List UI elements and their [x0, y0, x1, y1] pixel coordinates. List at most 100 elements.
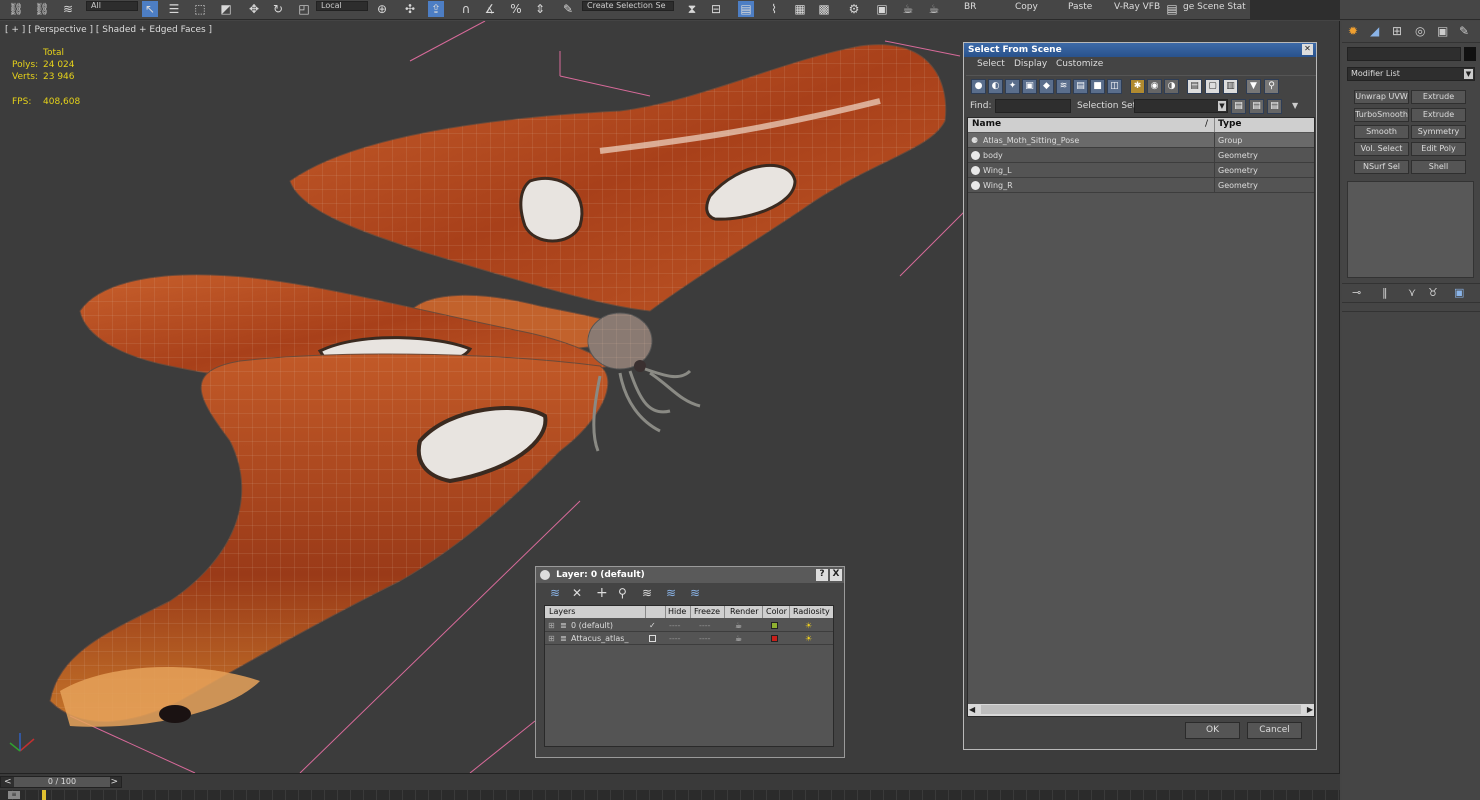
select-object-icon[interactable]: ↖	[142, 1, 158, 17]
column-name-header[interactable]: Name	[972, 119, 1001, 129]
selection-filter-dropdown[interactable]: All	[86, 1, 138, 11]
expand-icon[interactable]: ⊞	[548, 632, 555, 645]
close-icon[interactable]: ✕	[1302, 44, 1313, 55]
layer-dialog-title-bar[interactable]: Layer: 0 (default) ? X	[536, 567, 844, 583]
modifier-smooth-button[interactable]: Smooth	[1354, 125, 1409, 139]
layer-row[interactable]: ⊞ ≣ 0 (default) ✓ ---- ---- ☕ ☀	[545, 619, 833, 632]
display-all-icon[interactable]: ✱	[1130, 79, 1145, 94]
rendered-frame-icon[interactable]: ▣	[874, 1, 890, 17]
select-all-icon[interactable]: ▤	[1187, 79, 1202, 94]
col-hide[interactable]: Hide	[668, 607, 686, 616]
cancel-button[interactable]: Cancel	[1247, 722, 1302, 739]
select-by-name-icon[interactable]: ☰	[166, 1, 182, 17]
pivot-center-icon[interactable]: ⊕	[374, 1, 390, 17]
hide-all-layers-icon[interactable]: ≋	[666, 586, 676, 600]
col-render[interactable]: Render	[730, 607, 758, 616]
modifier-stack[interactable]	[1347, 181, 1474, 278]
render-production-icon[interactable]: ☕	[900, 1, 916, 17]
list-row[interactable]: ⚈ Atlas_Moth_Sitting_Pose Group	[968, 133, 1314, 148]
modifier-turbosmooth-button[interactable]: TurboSmooth	[1354, 108, 1409, 122]
filter-icon[interactable]: ▼	[1246, 79, 1261, 94]
pin-stack-icon[interactable]: ⊸	[1352, 286, 1361, 299]
schematic-view-icon[interactable]: ▦	[792, 1, 808, 17]
render-teapot-icon[interactable]: ☕	[735, 619, 742, 632]
expand-icon[interactable]: ⊞	[548, 619, 555, 632]
utilities-tab-icon[interactable]: ✎	[1459, 24, 1469, 38]
layer-color-swatch[interactable]	[771, 622, 778, 629]
col-radiosity[interactable]: Radiosity	[793, 607, 830, 616]
display-none-icon[interactable]: ◉	[1147, 79, 1162, 94]
bind-space-warp-icon[interactable]: ≋	[60, 1, 76, 17]
render-iterative-icon[interactable]: ☕	[926, 1, 942, 17]
modifier-symmetry-button[interactable]: Symmetry	[1411, 125, 1466, 139]
create-layer-icon[interactable]: ≋	[550, 586, 560, 600]
scrollbar-thumb[interactable]	[981, 705, 1301, 714]
select-none-icon[interactable]: ▢	[1205, 79, 1220, 94]
menu-select[interactable]: Select	[977, 59, 1005, 69]
modifier-shell-button[interactable]: Shell	[1411, 160, 1466, 174]
modifier-unwrap-uvw-button[interactable]: Unwrap UVW	[1354, 90, 1409, 104]
link-icon[interactable]: ⛓	[8, 1, 24, 17]
highlight-layer-icon[interactable]: ≋	[642, 586, 652, 600]
delete-layer-icon[interactable]: ✕	[572, 586, 582, 600]
mirror-icon[interactable]: ⧗	[684, 1, 700, 17]
viewport-label[interactable]: [ + ] [ Perspective ] [ Shaded + Edged F…	[5, 25, 212, 35]
list-row[interactable]: body Geometry	[968, 148, 1314, 163]
display-bones-icon[interactable]: ◫	[1107, 79, 1122, 94]
modify-tab-icon[interactable]: ◢	[1370, 24, 1379, 38]
display-tab-icon[interactable]: ▣	[1437, 24, 1448, 38]
col-color[interactable]: Color	[766, 607, 787, 616]
layer-color-swatch[interactable]	[771, 635, 778, 642]
layer-row[interactable]: ⊞ ≣ Attacus_atlas_ ---- ---- ☕ ☀	[545, 632, 833, 645]
spinner-snap-icon[interactable]: ⇕	[532, 1, 548, 17]
freeze-all-layers-icon[interactable]: ≋	[690, 586, 700, 600]
object-name-field[interactable]	[1347, 47, 1461, 61]
rotate-icon[interactable]: ↻	[270, 1, 286, 17]
scroll-right-icon[interactable]: ▶	[1307, 705, 1313, 714]
modifier-edit-poly-button[interactable]: Edit Poly	[1411, 142, 1466, 156]
layer-freeze-toggle[interactable]: ----	[699, 632, 711, 645]
unlink-icon[interactable]: ⛓	[34, 1, 50, 17]
menu-customize[interactable]: Customize	[1056, 59, 1103, 69]
display-xrefs-icon[interactable]: ■	[1090, 79, 1105, 94]
expand-arrow-icon[interactable]: ▼	[1292, 101, 1298, 110]
display-warps-icon[interactable]: ≋	[1056, 79, 1071, 94]
toolbar-copy-label[interactable]: Copy	[1015, 2, 1038, 12]
display-invert-icon[interactable]: ◑	[1164, 79, 1179, 94]
radiosity-icon[interactable]: ☀	[805, 632, 812, 645]
percent-snap-icon[interactable]: %	[508, 1, 524, 17]
horizontal-scrollbar[interactable]: ◀ ▶	[968, 704, 1314, 716]
selection-set-dropdown[interactable]: ▼	[1134, 99, 1228, 113]
add-to-set-icon[interactable]: ▤	[1249, 99, 1264, 114]
ok-button[interactable]: OK	[1185, 722, 1240, 739]
remove-modifier-icon[interactable]: ♉	[1428, 286, 1438, 299]
time-slider[interactable]: < 0 / 100 >	[0, 776, 122, 788]
material-editor-icon[interactable]: ▩	[816, 1, 832, 17]
radiosity-icon[interactable]: ☀	[805, 619, 812, 632]
modifier-list-dropdown[interactable]: Modifier List ▼	[1347, 67, 1475, 81]
toolbar-vray-vfb-label[interactable]: V-Ray VFB	[1114, 2, 1160, 12]
col-freeze[interactable]: Freeze	[694, 607, 720, 616]
object-color-swatch[interactable]	[1464, 47, 1476, 61]
render-teapot-icon[interactable]: ☕	[735, 632, 742, 645]
frame-counter[interactable]: 0 / 100	[14, 777, 110, 787]
reference-coord-dropdown[interactable]: Local	[316, 1, 368, 11]
layer-hide-toggle[interactable]: ----	[669, 632, 681, 645]
list-row[interactable]: Wing_L Geometry	[968, 163, 1314, 178]
named-selection-set-dropdown[interactable]: Create Selection Se	[582, 1, 674, 11]
layer-freeze-toggle[interactable]: ----	[699, 619, 711, 632]
make-unique-icon[interactable]: ⋎	[1408, 286, 1416, 299]
layer-hide-toggle[interactable]: ----	[669, 619, 681, 632]
display-geometry-icon[interactable]: ●	[971, 79, 986, 94]
column-type-header[interactable]: Type	[1218, 119, 1241, 129]
scene-stats-icon[interactable]: ▤	[1164, 1, 1180, 17]
display-cameras-icon[interactable]: ▣	[1022, 79, 1037, 94]
find-input[interactable]	[995, 99, 1071, 113]
remove-from-set-icon[interactable]: ▤	[1267, 99, 1282, 114]
modifier-nsurf-sel-button[interactable]: NSurf Sel	[1354, 160, 1409, 174]
col-layers[interactable]: Layers	[549, 607, 575, 616]
current-layer-check-icon[interactable]: ✓	[649, 619, 656, 632]
create-set-icon[interactable]: ▤	[1231, 99, 1246, 114]
snaps-toggle-icon[interactable]: ∩	[458, 1, 474, 17]
menu-display[interactable]: Display	[1014, 59, 1047, 69]
